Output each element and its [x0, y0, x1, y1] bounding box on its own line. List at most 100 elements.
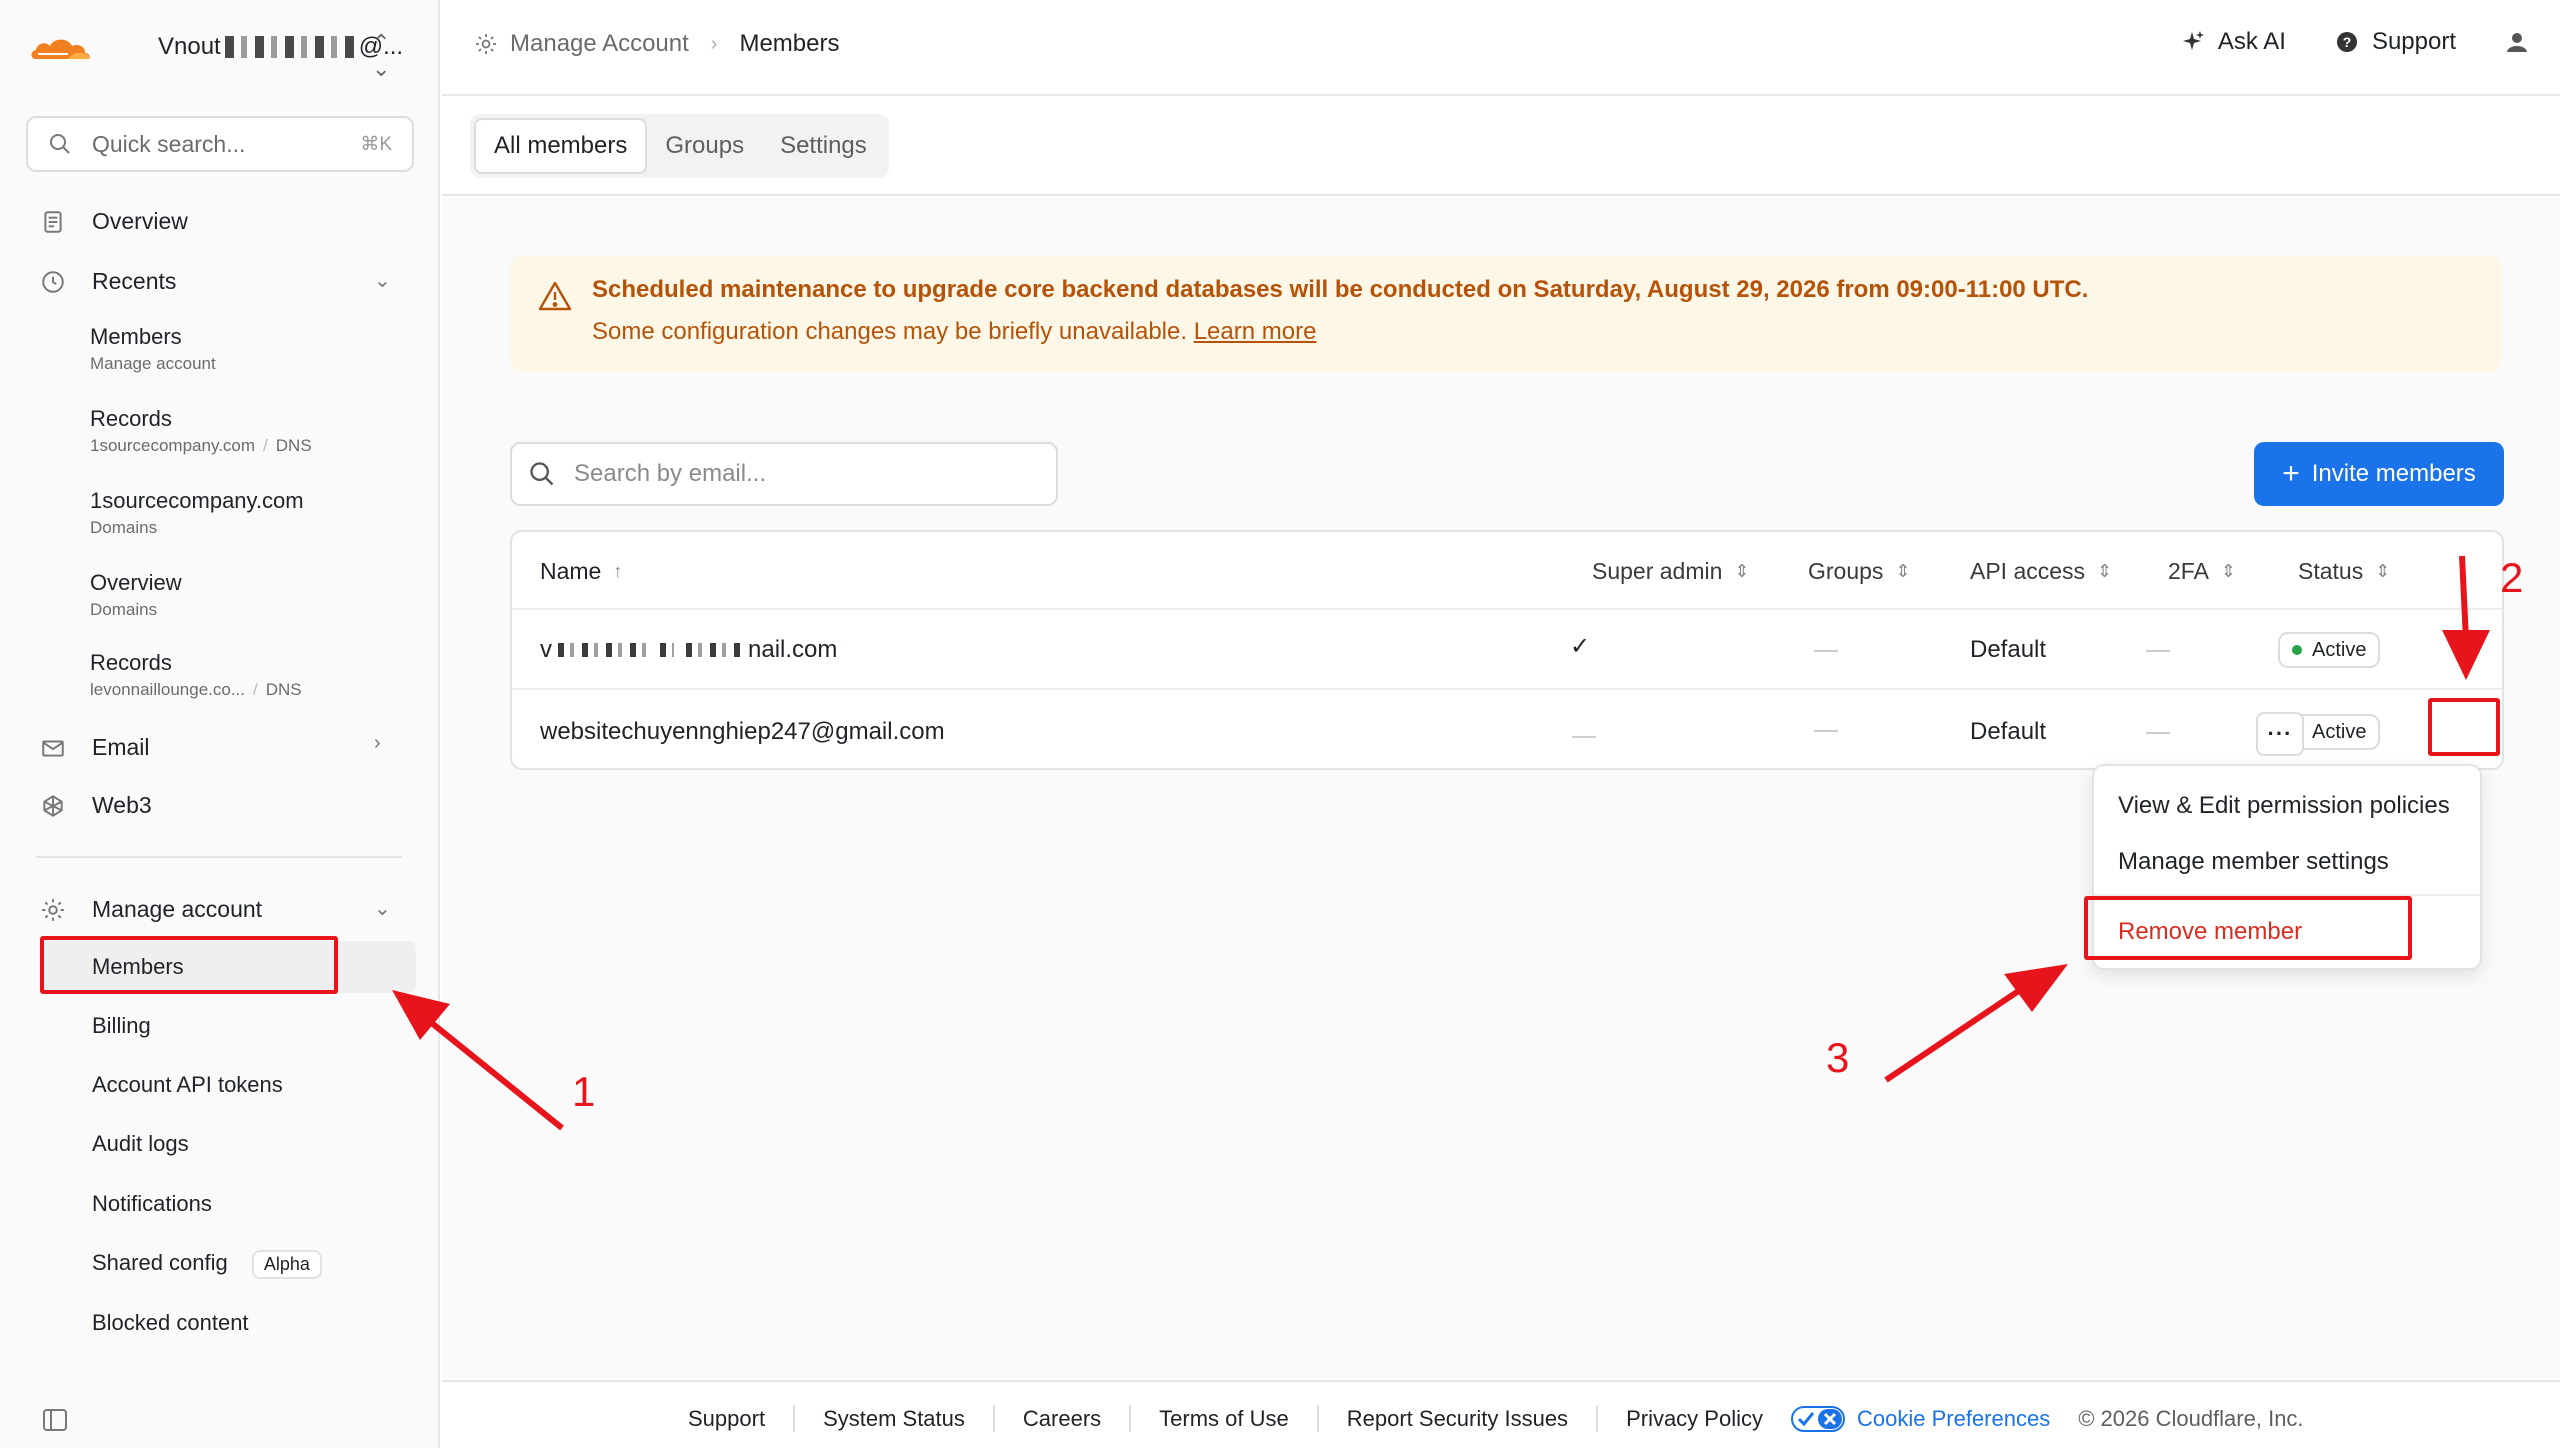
- sidebar-item-web3[interactable]: Web3: [40, 792, 152, 819]
- ask-ai-label: Ask AI: [2217, 28, 2286, 55]
- sidebar-item-shared-config[interactable]: Shared config Alpha: [92, 1250, 322, 1279]
- recent-item-sub2: DNS: [265, 680, 302, 699]
- user-menu-button[interactable]: [2504, 29, 2530, 55]
- column-label: Groups: [1808, 558, 1884, 584]
- cookie-preferences-label: Cookie Preferences: [1856, 1406, 2051, 1431]
- warning-icon: [538, 281, 572, 311]
- sidebar-item-email[interactable]: Email: [40, 734, 150, 761]
- footer-link-system-status[interactable]: System Status: [793, 1406, 993, 1432]
- sidebar-item-notifications[interactable]: Notifications: [92, 1191, 212, 1217]
- support-button[interactable]: ? Support: [2334, 28, 2456, 56]
- sidebar-item-label: Manage account: [92, 896, 263, 922]
- quick-search-shortcut: ⌘K: [360, 133, 392, 155]
- column-header-status[interactable]: Status ⇕: [2298, 558, 2390, 585]
- tabs: All members Groups Settings: [470, 114, 889, 178]
- top-actions: Ask AI ? Support: [2180, 28, 2530, 56]
- tab-groups[interactable]: Groups: [647, 118, 762, 174]
- empty-value-dash: [2146, 650, 2170, 652]
- menu-item-view-edit-policies[interactable]: View & Edit permission policies: [2118, 792, 2450, 820]
- history-icon: [42, 270, 64, 293]
- column-header-api-access[interactable]: API access ⇕: [1970, 558, 2112, 585]
- footer-link-privacy[interactable]: Privacy Policy: [1596, 1406, 1791, 1432]
- sparkle-icon: [2182, 31, 2204, 50]
- recent-item-sub: 1sourcecompany.com: [90, 436, 256, 455]
- footer-link-support[interactable]: Support: [688, 1406, 793, 1432]
- sidebar-item-overview[interactable]: Overview: [40, 208, 188, 235]
- cookie-preferences-link[interactable]: Cookie Preferences: [1790, 1406, 2078, 1432]
- chevron-down-icon[interactable]: ⌄: [374, 896, 391, 921]
- email-search-field[interactable]: [510, 442, 1058, 506]
- footer-link-security[interactable]: Report Security Issues: [1316, 1406, 1596, 1432]
- sidebar-item-blocked-content[interactable]: Blocked content: [92, 1310, 249, 1336]
- recent-item[interactable]: 1sourcecompany.com Domains: [90, 488, 304, 538]
- quick-search-input[interactable]: Quick search... ⌘K: [26, 116, 414, 172]
- chevron-right-icon: ›: [710, 32, 718, 55]
- banner-body-text: Some configuration changes may be briefl…: [592, 318, 1188, 345]
- sidebar-item-label: Web3: [92, 792, 152, 818]
- row-actions-button[interactable]: ···: [2256, 712, 2304, 756]
- tab-all-members[interactable]: All members: [474, 118, 648, 174]
- chevron-down-icon[interactable]: ⌄: [374, 268, 391, 293]
- recent-item-sub2: DNS: [275, 436, 312, 455]
- sidebar-divider: [36, 856, 402, 858]
- api-access-value: Default: [1970, 636, 2047, 663]
- column-header-2fa[interactable]: 2FA ⇕: [2168, 558, 2236, 585]
- masked-email: v nail.com: [540, 636, 837, 664]
- account-name[interactable]: Vnout @...: [158, 33, 403, 61]
- breadcrumb-parent[interactable]: Manage Account: [510, 30, 689, 58]
- recent-item-title: 1sourcecompany.com: [90, 488, 304, 513]
- recent-item-subtitle: 1sourcecompany.com / DNS: [90, 436, 312, 456]
- column-header-name[interactable]: Name ↑: [540, 558, 622, 585]
- recent-item[interactable]: Records levonnaillounge.co... / DNS: [90, 650, 302, 700]
- recent-item[interactable]: Records 1sourcecompany.com / DNS: [90, 406, 312, 456]
- learn-more-link[interactable]: Learn more: [1194, 318, 1317, 345]
- invite-members-button[interactable]: + Invite members: [2254, 442, 2504, 506]
- sort-icon: ⇕: [1734, 561, 1750, 581]
- sidebar-item-label: Blocked content: [92, 1310, 249, 1335]
- footer-link-careers[interactable]: Careers: [992, 1406, 1129, 1432]
- sidebar-item-recents[interactable]: Recents: [40, 268, 176, 295]
- highlight-box-more: [2428, 698, 2500, 756]
- svg-text:?: ?: [2343, 34, 2352, 50]
- sidebar-item-manage-account[interactable]: Manage account: [40, 896, 262, 923]
- banner-title: Scheduled maintenance to upgrade core ba…: [592, 276, 2089, 303]
- status-dot-icon: [2292, 645, 2302, 655]
- empty-value-dash: [1572, 736, 1596, 738]
- tab-settings[interactable]: Settings: [762, 118, 885, 174]
- sidebar-item-billing[interactable]: Billing: [92, 1013, 151, 1039]
- tab-bar: All members Groups Settings: [442, 96, 2560, 196]
- recent-item-sub: Domains: [90, 600, 158, 619]
- banner-body: Some configuration changes may be briefl…: [592, 318, 2472, 346]
- footer-link-terms[interactable]: Terms of Use: [1129, 1406, 1317, 1432]
- cube-network-icon: [43, 794, 63, 817]
- column-label: Name: [540, 558, 602, 584]
- email-search-input[interactable]: [574, 460, 1040, 488]
- sidebar-item-label: Overview: [92, 208, 188, 234]
- email-prefix: v: [540, 636, 552, 663]
- sidebar-collapse-icon[interactable]: [42, 1408, 68, 1432]
- members-table: Name ↑ Super admin ⇕ Groups ⇕ API access ⇕ 2…: [510, 530, 2504, 770]
- recent-item[interactable]: Members Manage account: [90, 324, 216, 374]
- chevron-right-icon[interactable]: ›: [374, 732, 381, 755]
- support-label: Support: [2371, 28, 2456, 55]
- sidebar-item-audit-logs[interactable]: Audit logs: [92, 1131, 189, 1157]
- path-separator: /: [253, 680, 258, 699]
- status-label: Active: [2312, 638, 2367, 661]
- breadcrumb-current: Members: [739, 30, 840, 57]
- recent-item-subtitle: Domains: [90, 600, 182, 620]
- account-switcher[interactable]: Vnout @... ⌃ ⌄: [0, 0, 440, 94]
- recent-item[interactable]: Overview Domains: [90, 570, 182, 620]
- search-icon: [50, 134, 70, 154]
- document-icon: [44, 210, 62, 233]
- ask-ai-button[interactable]: Ask AI: [2180, 28, 2286, 56]
- recent-item-subtitle: levonnaillounge.co... / DNS: [90, 680, 302, 700]
- column-header-super-admin[interactable]: Super admin ⇕: [1592, 558, 1750, 585]
- sidebar-item-api-tokens[interactable]: Account API tokens: [92, 1072, 283, 1098]
- highlight-box-remove: [2084, 896, 2412, 960]
- menu-item-manage-settings[interactable]: Manage member settings: [2118, 848, 2389, 876]
- gear-icon: [42, 898, 64, 921]
- column-header-groups[interactable]: Groups ⇕: [1808, 558, 1911, 585]
- chevron-up-down-icon[interactable]: ⌃ ⌄: [372, 30, 390, 82]
- search-icon: [530, 462, 554, 486]
- footer-links: Support System Status Careers Terms of U…: [688, 1406, 2304, 1432]
